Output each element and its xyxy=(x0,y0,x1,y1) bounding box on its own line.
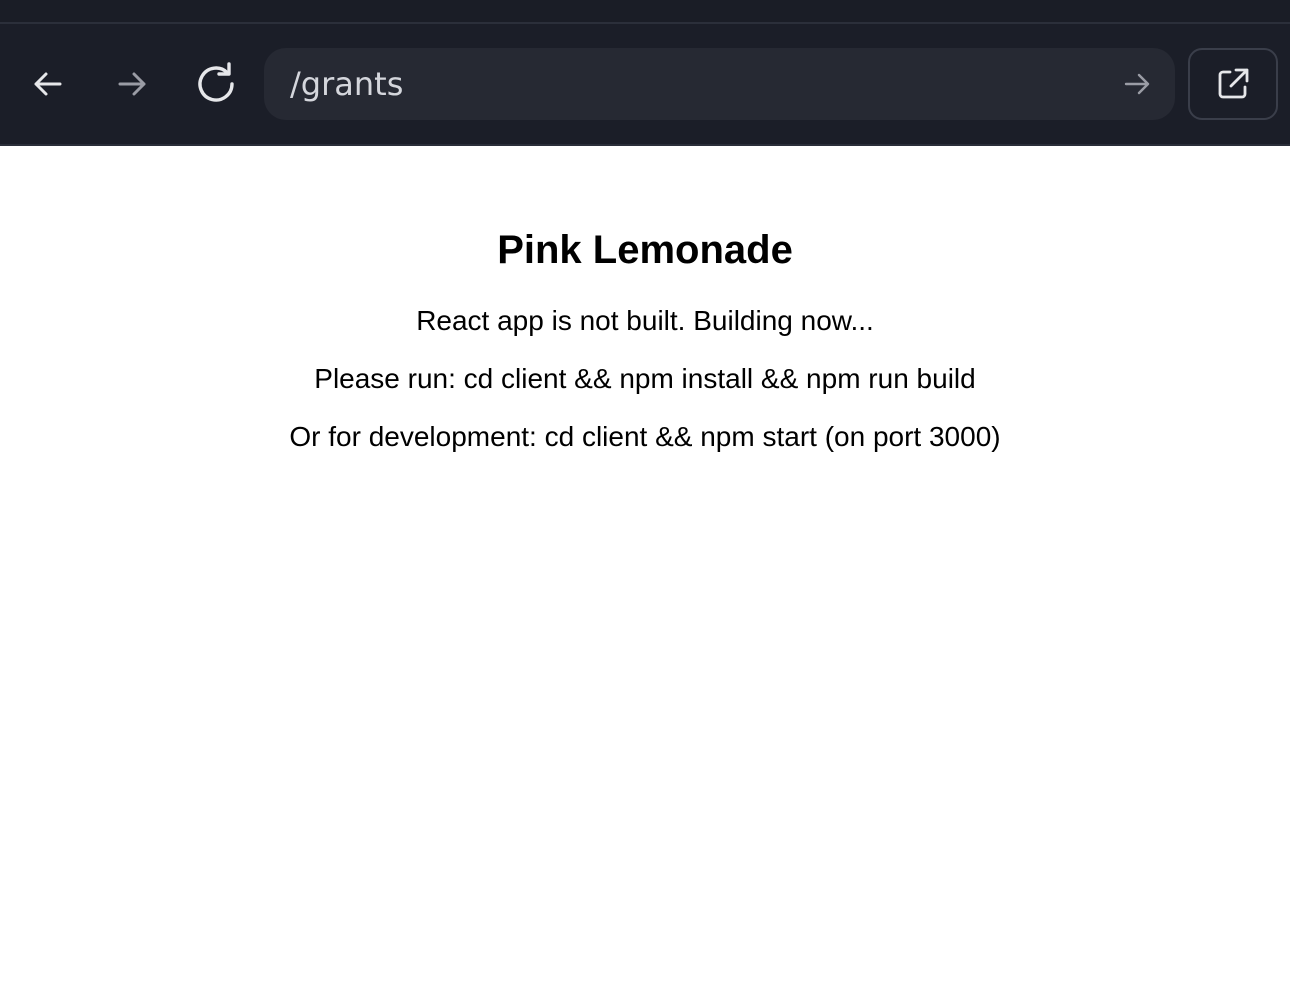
dev-instruction: Or for development: cd client && npm sta… xyxy=(289,421,1001,452)
page-content: Pink Lemonade React app is not built. Bu… xyxy=(0,146,1290,466)
status-message: React app is not built. Building now... xyxy=(416,305,874,336)
reload-icon xyxy=(198,62,234,102)
page-title: Pink Lemonade xyxy=(497,228,793,272)
reload-button[interactable] xyxy=(192,60,240,108)
url-input[interactable] xyxy=(290,48,1090,120)
arrow-right-icon xyxy=(1124,73,1150,95)
back-button[interactable] xyxy=(24,60,72,108)
forward-button[interactable] xyxy=(108,60,156,108)
external-link-icon xyxy=(1218,68,1249,99)
build-instruction: Please run: cd client && npm install && … xyxy=(314,363,976,394)
arrow-right-icon xyxy=(118,72,146,96)
go-button[interactable] xyxy=(1121,68,1153,100)
browser-top-strip xyxy=(0,0,1290,24)
address-bar xyxy=(264,48,1175,120)
open-external-button[interactable] xyxy=(1188,48,1278,120)
browser-toolbar xyxy=(0,24,1290,146)
arrow-left-icon xyxy=(34,72,62,96)
